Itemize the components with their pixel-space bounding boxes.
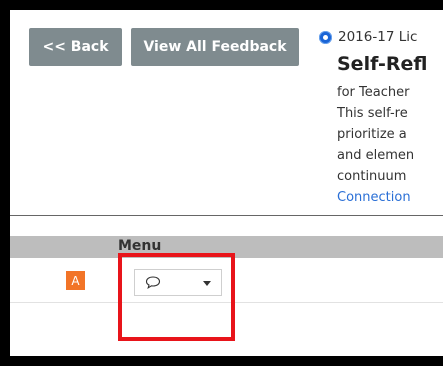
back-button[interactable]: << Back — [29, 28, 122, 66]
row-menu-dropdown[interactable] — [134, 269, 222, 296]
view-all-feedback-button[interactable]: View All Feedback — [131, 28, 299, 66]
description-line: and elemen — [337, 148, 415, 163]
grade-badge: A — [66, 271, 85, 290]
row-border — [10, 302, 443, 303]
description-line: continuum — [337, 169, 407, 184]
table-header — [10, 236, 443, 258]
description-line: prioritize a — [337, 127, 407, 142]
speech-bubble-icon — [145, 276, 161, 289]
radio-dot-icon — [319, 31, 332, 44]
page-frame: << Back View All Feedback 2016-17 Lic Se… — [10, 10, 443, 356]
page-title: Self-Refl — [337, 53, 428, 75]
connection-link[interactable]: Connection — [337, 190, 411, 205]
highlight-box — [118, 253, 235, 341]
caret-down-icon — [203, 281, 211, 286]
divider — [10, 215, 443, 216]
column-separator — [118, 262, 119, 302]
document-year-title: 2016-17 Lic — [338, 29, 418, 45]
description-line: This self-re — [337, 106, 408, 121]
menu-column-header: Menu — [118, 238, 162, 254]
description-line: for Teacher — [337, 85, 410, 100]
